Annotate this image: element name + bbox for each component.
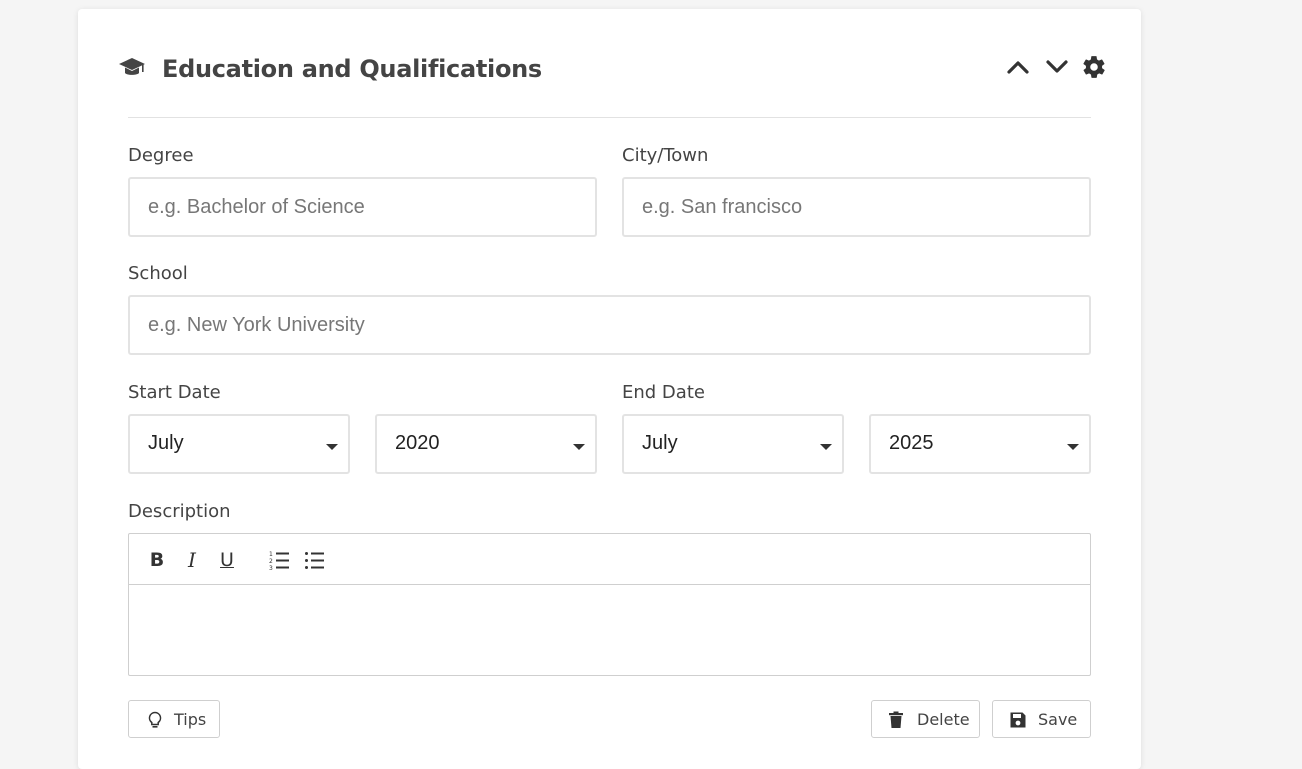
caret-down-icon [573, 444, 585, 450]
end-year-value: 2025 [889, 432, 934, 454]
end-year-select[interactable]: 2025 [869, 414, 1091, 474]
section-title: Education and Qualifications [162, 55, 542, 83]
gear-icon[interactable] [1081, 54, 1107, 80]
start-year-value: 2020 [395, 432, 440, 454]
caret-down-icon [1067, 444, 1079, 450]
save-icon [1010, 712, 1026, 728]
bullet-list-icon[interactable] [304, 549, 326, 571]
start-date-label: Start Date [128, 382, 221, 403]
description-label: Description [128, 501, 231, 522]
end-month-select[interactable]: July [622, 414, 844, 474]
trash-icon [889, 711, 903, 728]
tips-button[interactable]: Tips [128, 700, 220, 738]
degree-label: Degree [128, 145, 194, 166]
start-year-select[interactable]: 2020 [375, 414, 597, 474]
delete-label: Delete [917, 710, 970, 729]
delete-button[interactable]: Delete [871, 700, 980, 738]
chevron-down-icon[interactable] [1044, 54, 1070, 80]
education-card: Education and Qualifications Degree City… [78, 9, 1141, 769]
description-editor: B I U 1 2 3 [128, 533, 1091, 676]
italic-button[interactable]: I [181, 549, 203, 571]
caret-down-icon [326, 444, 338, 450]
start-month-select[interactable]: July [128, 414, 350, 474]
school-input[interactable] [128, 295, 1091, 355]
lightbulb-icon [148, 711, 162, 728]
svg-text:3: 3 [269, 565, 273, 571]
header-divider [128, 117, 1091, 118]
tips-label: Tips [174, 710, 207, 729]
bold-button[interactable]: B [146, 549, 168, 571]
save-button[interactable]: Save [992, 700, 1091, 738]
svg-text:2: 2 [269, 558, 273, 565]
editor-toolbar: B I U 1 2 3 [129, 534, 1090, 585]
end-month-value: July [642, 432, 678, 454]
start-month-value: July [148, 432, 184, 454]
graduation-cap-icon [119, 58, 145, 75]
city-input[interactable] [622, 177, 1091, 237]
underline-button[interactable]: U [216, 549, 238, 571]
caret-down-icon [820, 444, 832, 450]
city-label: City/Town [622, 145, 709, 166]
degree-input[interactable] [128, 177, 597, 237]
svg-text:1: 1 [269, 551, 273, 558]
save-label: Save [1038, 710, 1078, 729]
card-header: Education and Qualifications [78, 9, 1141, 117]
description-text-area[interactable] [129, 586, 1090, 676]
school-label: School [128, 263, 188, 284]
end-date-label: End Date [622, 382, 705, 403]
ordered-list-icon[interactable]: 1 2 3 [269, 549, 291, 571]
chevron-up-icon[interactable] [1005, 54, 1031, 80]
